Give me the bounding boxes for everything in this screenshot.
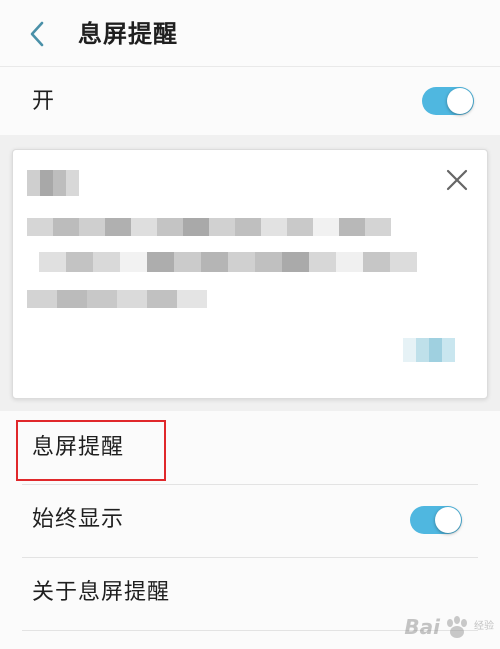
close-preview-button[interactable]	[443, 166, 471, 194]
master-switch-row[interactable]: 开	[0, 67, 500, 135]
blurred-action-button[interactable]	[403, 338, 455, 362]
toggle-knob	[435, 507, 461, 533]
close-icon	[446, 169, 468, 191]
toggle-knob	[447, 88, 473, 114]
page-title: 息屏提醒	[78, 20, 178, 48]
paw-icon	[447, 616, 467, 638]
always-on-toggle[interactable]	[410, 506, 462, 534]
blurred-text-line-1	[27, 218, 391, 236]
list-item-label: 关于息屏提醒	[32, 580, 171, 605]
blurred-text-line-2	[39, 252, 417, 272]
chevron-left-icon	[30, 21, 44, 47]
watermark-brand: Bai	[404, 615, 440, 639]
highlight-annotation	[16, 420, 166, 481]
app-header: 息屏提醒	[0, 0, 500, 67]
watermark-sub: 经验	[474, 621, 494, 632]
blurred-text-line-3	[27, 290, 207, 308]
master-toggle[interactable]	[422, 87, 474, 115]
list-item-label: 始终显示	[32, 507, 125, 532]
list-item-always-on[interactable]: 始终显示	[0, 485, 500, 557]
blurred-app-name	[27, 170, 79, 196]
preview-area	[0, 135, 500, 411]
notification-preview-card	[12, 149, 488, 399]
back-button[interactable]	[22, 17, 52, 51]
master-switch-label: 开	[32, 89, 56, 114]
baidu-watermark: Bai 经验	[404, 615, 494, 639]
